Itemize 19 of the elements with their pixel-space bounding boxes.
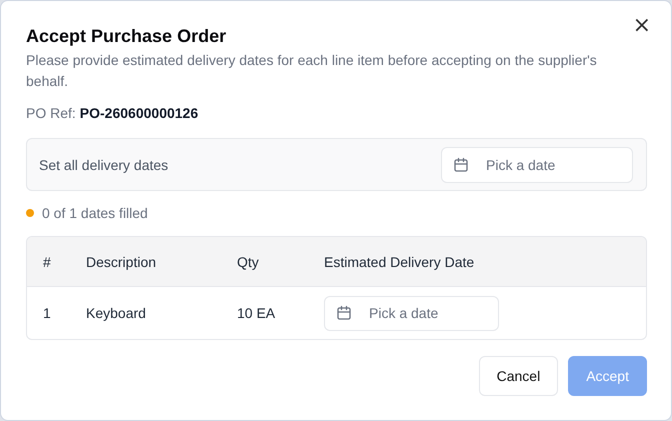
date-picker-field[interactable]: Pick a date (441, 146, 633, 182)
column-header: Qty (237, 254, 260, 270)
po-ref-label: PO Ref: (26, 104, 76, 123)
cancel-button[interactable]: Cancel (478, 356, 558, 396)
table-cell-text: Keyboard (86, 305, 147, 321)
set-all-label: Set all delivery dates (39, 156, 168, 172)
date-picker-field[interactable]: Pick a date (324, 296, 499, 330)
dialog-title: Accept Purchase Order (26, 25, 226, 48)
table-cell-text: 1 (43, 305, 52, 321)
calendar-icon (336, 305, 352, 321)
column-header: # (43, 254, 52, 270)
close-button[interactable]: × (628, 13, 655, 39)
dialog-description: Please provide estimated delivery dates for each line item before accepting on the supplier's behalf. (26, 51, 598, 91)
column-header: Estimated Delivery Date (324, 254, 476, 270)
table-cell-text: 10 EA (237, 305, 276, 321)
progress-text: 0 of 1 dates filled (42, 205, 148, 221)
column-header: Description (86, 254, 158, 270)
calendar-icon (453, 156, 469, 172)
po-ref-value: PO-260600000126 (80, 104, 198, 123)
